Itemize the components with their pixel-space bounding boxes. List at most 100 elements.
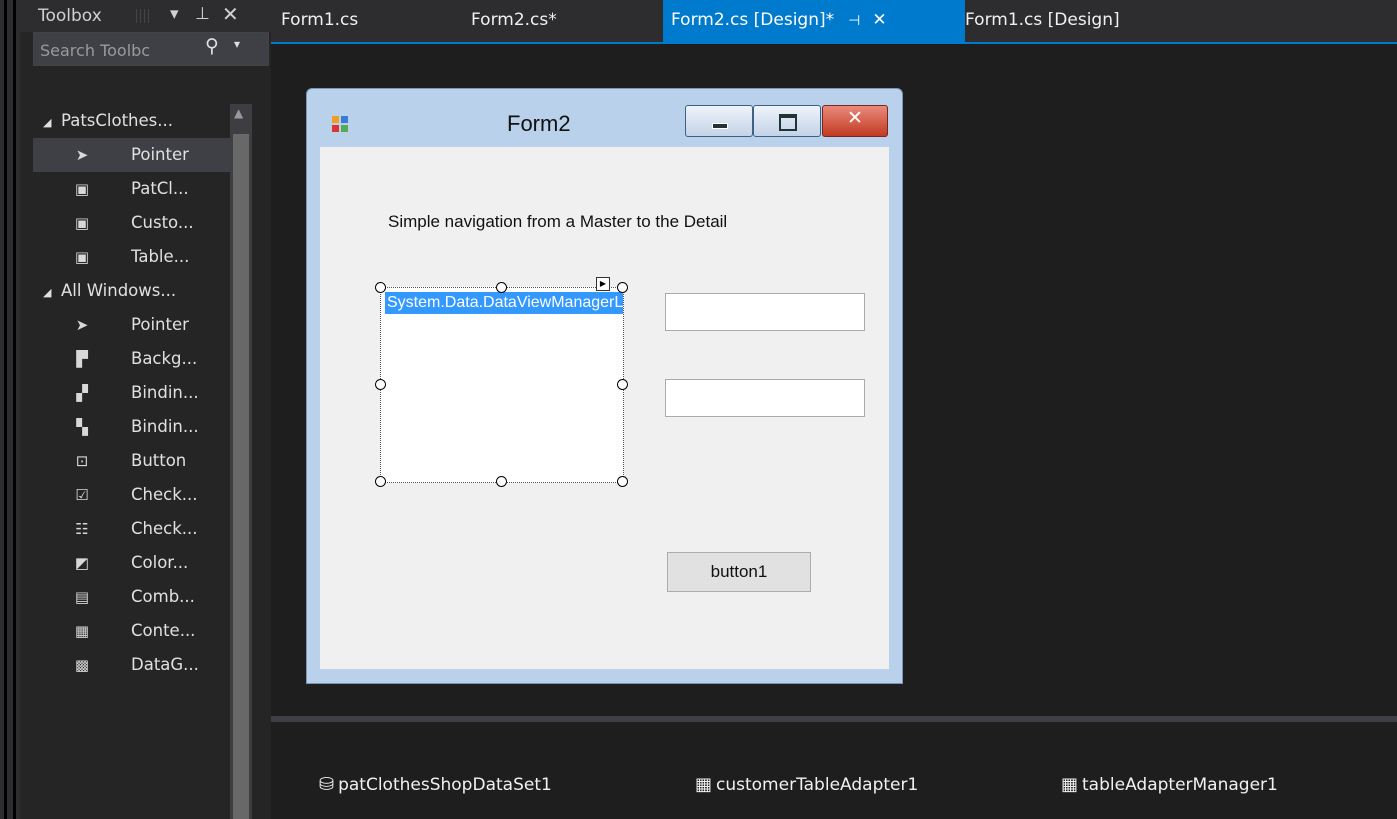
toolbox-item-label: Custo... [131,213,194,232]
listbox-item[interactable]: System.Data.DataViewManagerListItemTypeD… [385,292,623,314]
toolbox-item[interactable]: ☷ Check... [33,512,233,546]
close-button[interactable]: ✕ [822,105,888,137]
detail-textbox-2[interactable] [665,379,865,417]
toolbox-item-label: Table... [131,247,190,266]
toolbox-item[interactable]: ☑ Check... [33,478,233,512]
datagrid-icon: ▩ [74,656,90,674]
toolbox-item-label: DataG... [131,655,199,674]
button-icon: ⊡ [75,452,89,470]
maximize-icon [779,114,797,131]
toolbox-item[interactable]: ◩ Color... [33,546,233,580]
toolbox-item-label: Comb... [131,587,195,606]
form-title: Form2 [507,111,571,136]
resize-handle[interactable] [496,476,507,487]
toolbox-item[interactable]: ⊡ Button [33,444,233,478]
toolbox-item-label: Check... [131,519,198,538]
checkbox-icon: ☑ [75,486,89,504]
description-label[interactable]: Simple navigation from a Master to the D… [388,212,727,232]
table-adapter-icon: ▦ [1061,774,1079,795]
toolbox-item[interactable]: ▤ Comb... [33,580,233,614]
toolbox-item-label: Color... [131,553,189,572]
background-worker-icon: ▛ [76,350,88,368]
master-listbox[interactable]: System.Data.DataViewManagerListItemTypeD… [380,287,624,483]
left-edge-strip [0,0,20,819]
resize-handle[interactable] [375,379,386,390]
smart-tag-icon[interactable]: ▶ [596,277,610,291]
winform-window[interactable]: Form2 ✕ Simple navigation from a Master … [306,88,903,684]
toolbox-search-input[interactable] [38,37,202,63]
expand-triangle-icon[interactable]: ◢ [43,106,61,140]
toolbox-group-label: PatsClothes... [61,111,173,130]
pin-icon[interactable]: ⊥ [195,4,210,24]
minimize-button[interactable] [685,105,753,137]
resize-handle[interactable] [496,282,507,293]
component-icon: ▣ [74,180,90,198]
toolbox-search: ⚲ ▾ [33,32,269,66]
tray-item-dataset[interactable]: ⛁ patClothesShopDataSet1 [319,774,552,795]
toolbox-item[interactable]: ➤ Pointer [33,308,233,342]
toolbox-header: Toolbox ▾ ⊥ ✕ [20,0,271,32]
resize-handle[interactable] [375,476,386,487]
toolbox-item[interactable]: ▣ Custo... [33,206,233,240]
color-dialog-icon: ◩ [74,554,90,572]
dataset-icon: ⛁ [319,774,335,795]
tray-item-adapter-manager[interactable]: ▦ tableAdapterManager1 [1061,774,1278,795]
button1[interactable]: button1 [667,552,811,592]
form-client-area[interactable]: Simple navigation from a Master to the D… [320,147,889,669]
scrollbar-thumb[interactable] [233,134,249,819]
tab-form2-design[interactable]: Form2.cs [Design]* ⊣ ✕ [663,0,965,42]
tab-form1-design[interactable]: Form1.cs [Design] [965,0,1185,42]
close-icon[interactable]: ✕ [222,2,239,26]
toolbox-item[interactable]: ▣ Table... [33,240,233,274]
toolbox-panel: Toolbox ▾ ⊥ ✕ ⚲ ▾ ▲ ◢PatsClothes...➤Poin… [20,0,271,819]
search-icon[interactable]: ⚲ [205,35,219,57]
toolbox-group-label: All Windows... [61,281,177,300]
toolbox-item[interactable]: ▦ Conte... [33,614,233,648]
maximize-button[interactable] [753,105,821,137]
search-options-icon[interactable]: ▾ [234,37,240,51]
toolbox-item-label: Bindin... [131,383,199,402]
table-adapter-icon: ▦ [695,774,713,795]
toolbox-item[interactable]: ▞ Bindin... [33,376,233,410]
toolbox-item[interactable]: ▩ DataG... [33,648,233,682]
detail-textbox-1[interactable] [665,293,865,331]
toolbox-title: Toolbox [38,6,102,26]
expand-triangle-icon[interactable]: ◢ [43,276,61,310]
toolbox-item-label: Backg... [131,349,198,368]
component-icon: ▣ [74,248,90,266]
tray-item-customer-adapter[interactable]: ▦ customerTableAdapter1 [695,774,918,795]
dropdown-arrow-icon[interactable]: ▾ [170,4,179,24]
toolbox-item-label: PatCl... [131,179,189,198]
toolbox-group-header[interactable]: ◢ All Windows... [33,274,233,308]
pin-icon[interactable]: ⊣ [848,13,860,29]
close-tab-icon[interactable]: ✕ [872,10,886,30]
tab-form1-cs[interactable]: Form1.cs [281,0,461,42]
toolbox-item-label: Pointer [131,145,189,164]
toolbox-item[interactable]: ➤ Pointer [33,138,233,172]
toolbox-scrollbar[interactable]: ▲ [230,104,252,819]
component-tray: ⛁ patClothesShopDataSet1 ▦ customerTableAd… [271,722,1397,819]
resize-handle[interactable] [617,379,628,390]
binding-source-icon: ▚ [76,418,88,436]
resize-handle[interactable] [617,476,628,487]
binding-navigator-icon: ▞ [76,384,88,402]
grip-icon[interactable] [136,9,152,23]
scroll-up-icon[interactable]: ▲ [234,106,243,120]
toolbox-item[interactable]: ▣ PatCl... [33,172,233,206]
form-app-icon [332,116,348,132]
context-menu-icon: ▦ [74,622,90,640]
toolbox-item-label: Bindin... [131,417,199,436]
combobox-icon: ▤ [74,588,90,606]
toolbox-group-header[interactable]: ◢ PatsClothes... [33,104,233,138]
toolbox-item-label: Conte... [131,621,196,640]
close-icon: ✕ [847,107,863,129]
pointer-icon: ➤ [75,316,89,334]
toolbox-item[interactable]: ▚ Bindin... [33,410,233,444]
resize-handle[interactable] [617,282,628,293]
toolbox-item[interactable]: ▛ Backg... [33,342,233,376]
resize-handle[interactable] [375,282,386,293]
toolbox-item-label: Check... [131,485,198,504]
document-tab-bar: Form1.cs Form2.cs* Form2.cs [Design]* ⊣ ✕ … [271,0,1397,44]
tab-form2-cs[interactable]: Form2.cs* [471,0,651,42]
checked-listbox-icon: ☷ [75,520,89,538]
